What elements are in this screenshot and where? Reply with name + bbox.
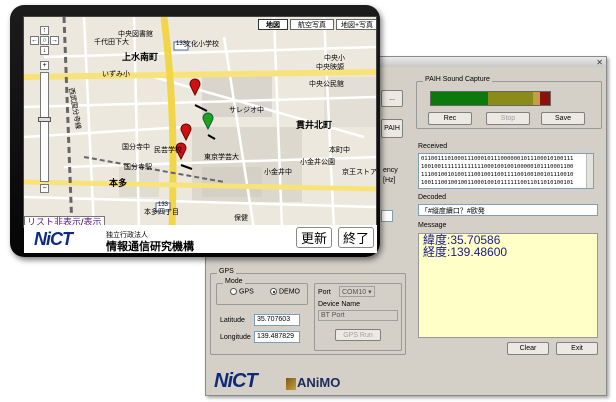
animo-logo-text: ANiMO (297, 375, 341, 390)
latitude-label: Latitude (220, 317, 245, 324)
place-label: 本多 (109, 178, 128, 188)
frequency-label: ency (383, 167, 398, 174)
handheld-device: 地図 航空写真 地図+写真 上水南町 貫井北町 本多 中央図書館 文化小学校 東… (10, 5, 380, 257)
hz-label: [Hz] (383, 177, 396, 184)
side-field[interactable] (381, 210, 393, 222)
animo-logo: ANiMO (286, 375, 340, 390)
port-label: Port (318, 289, 331, 296)
place-label: 上水南町 (122, 52, 159, 62)
tab-map-aerial[interactable]: 地図+写真 (336, 19, 376, 30)
sound-capture-title: PAIH Sound Capture (423, 76, 492, 83)
pan-up-button[interactable]: ↑ (40, 26, 49, 35)
port-select[interactable]: COM10 ▾ (339, 286, 375, 297)
place-label: 京王ストア (342, 169, 377, 176)
tab-aerial[interactable]: 航空写真 (290, 19, 334, 30)
stop-button[interactable]: Stop (486, 112, 530, 125)
radio-selected-icon (270, 288, 277, 295)
place-label: 貫井北町 (296, 120, 333, 130)
zoom-slider[interactable] (40, 72, 49, 182)
received-line: 0110011101000111000101110000001011100010… (421, 156, 574, 162)
nict-logo: NiCT (34, 229, 73, 249)
received-textbox[interactable]: 0110011101000111000101110000001011100010… (418, 153, 594, 189)
place-label: 小金井公園 (300, 159, 335, 166)
place-label: 中央小 (324, 55, 345, 62)
decoded-title: Decoded (418, 194, 447, 201)
decoded-field[interactable]: 「#縦度續口？#欧発 (418, 204, 598, 216)
update-button[interactable]: 更新 (296, 227, 332, 248)
received-title: Received (418, 143, 448, 150)
place-label: 中央映謜 (316, 64, 344, 71)
mode-gps-radio[interactable]: GPS (230, 288, 254, 295)
port-value: COM10 (342, 289, 367, 296)
side-button-1[interactable]: ... (381, 90, 403, 107)
place-label: 小金井中 (264, 169, 292, 176)
tab-map[interactable]: 地図 (258, 19, 288, 30)
place-label: 本町中 (329, 147, 350, 154)
received-line: 1001110010010011000100101111110011011010… (421, 180, 574, 186)
device-footer: NiCT 独立行政法人 情報通信研究機構 更新 終了 (24, 225, 377, 253)
zoom-in-button[interactable]: + (40, 61, 49, 70)
pan-reset-button[interactable]: ○ (40, 36, 49, 45)
paih-button[interactable]: PAIH (381, 119, 403, 138)
nict-logo: NiCT (214, 370, 258, 392)
place-label: サレジオ中 (229, 107, 264, 114)
place-label: 国分寺駅 (124, 164, 152, 171)
message-title: Message (418, 222, 447, 229)
received-line: 1110010010100111001001100111100100100101… (421, 172, 574, 178)
map-screen[interactable]: 地図 航空写真 地図+写真 上水南町 貫井北町 本多 中央図書館 文化小学校 東… (23, 16, 377, 228)
clear-button[interactable]: Clear (507, 342, 549, 355)
longitude-label: Longitude (220, 334, 251, 341)
mode-demo-label: DEMO (279, 288, 300, 296)
rec-button[interactable]: Rec (428, 112, 472, 125)
pan-down-button[interactable]: ↓ (40, 46, 49, 55)
message-line-longitude: 経度:139.48600 (423, 245, 508, 259)
radio-icon (230, 288, 237, 295)
gps-run-button[interactable]: GPS Run (335, 329, 381, 341)
place-label: 保健 (234, 215, 248, 222)
chevron-down-icon: ▾ (368, 289, 372, 296)
place-label: 本多四丁目 (144, 209, 179, 216)
close-icon[interactable]: ✕ (596, 58, 603, 67)
device-name-label: Device Name (318, 301, 361, 308)
org-name: 情報通信研究機構 (106, 241, 194, 253)
message-box[interactable]: 緯度:35.70586 経度:139.48600 (418, 233, 598, 338)
longitude-field[interactable]: 139.487829 (254, 331, 300, 343)
route-shield: 133 (158, 202, 169, 208)
save-button[interactable]: Save (541, 112, 585, 125)
end-button[interactable]: 終了 (338, 227, 374, 248)
place-label: 東京学芸大 (204, 154, 239, 161)
place-label: いずみ小 (102, 71, 130, 78)
mode-gps-label: GPS (239, 288, 254, 296)
place-label: 国分寺中 (122, 144, 150, 151)
received-line: 1001001111111111111000100100100000101110… (421, 164, 574, 170)
gps-title: GPS (217, 268, 236, 275)
pan-right-button[interactable]: → (50, 36, 59, 45)
zoom-slider-thumb[interactable] (38, 117, 51, 122)
place-label: 中央公民館 (309, 81, 344, 88)
latitude-field[interactable]: 35.707603 (254, 314, 300, 326)
mode-title: Mode (223, 278, 245, 285)
route-shield: 133 (176, 41, 187, 47)
level-meter (430, 91, 551, 106)
device-name-field[interactable]: BT Port (318, 310, 398, 321)
mode-demo-radio[interactable]: DEMO (270, 288, 300, 295)
place-label: 民芸学校 (154, 147, 182, 154)
animo-emblem-icon (286, 377, 296, 390)
place-label: 千代田下大 (94, 39, 129, 46)
zoom-out-button[interactable]: − (40, 184, 49, 193)
pan-left-button[interactable]: ← (30, 36, 39, 45)
received-scrollbar[interactable] (586, 154, 593, 188)
place-label: 文化小学校 (184, 41, 219, 48)
exit-button[interactable]: Exit (556, 342, 598, 355)
